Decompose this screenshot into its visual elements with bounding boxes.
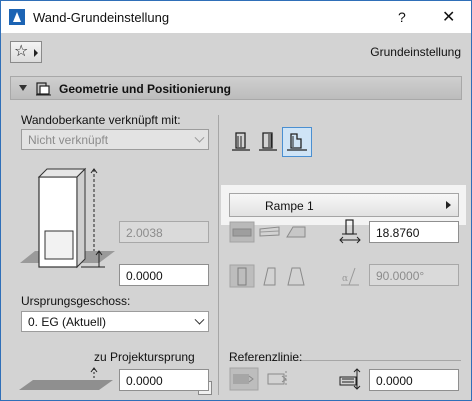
wall-thickness-icon — [339, 219, 361, 244]
profile-name: Rampe 1 — [265, 199, 314, 213]
top-link-select[interactable]: Nicht verknüpft — [21, 129, 209, 150]
wall-thickness-field[interactable]: 18.8760 — [369, 221, 459, 243]
slant-angle-icon: α — [341, 267, 359, 286]
wall-height-field[interactable]: 2.0038 — [119, 221, 209, 243]
triangle-right-icon — [446, 201, 451, 209]
wall-thickness-value: 18.8760 — [376, 226, 420, 240]
project-zero-label: zu Projektursprung — [94, 350, 195, 364]
wall-settings-window: Wand-Grundeinstellung ? ✕ ☆ Grundeinstel… — [0, 0, 472, 401]
close-button[interactable]: ✕ — [442, 7, 455, 27]
help-button[interactable]: ? — [398, 9, 406, 25]
slant-single-icon[interactable] — [257, 264, 283, 288]
section-title: Geometrie und Positionierung — [59, 82, 232, 96]
wall-height-value: 2.0038 — [126, 226, 163, 240]
profile-complex-button[interactable] — [282, 127, 312, 157]
profile-straight-icon[interactable] — [229, 130, 253, 154]
section-header-geometry[interactable]: Geometrie und Positionierung — [10, 76, 462, 100]
project-zero-icon — [19, 367, 113, 390]
profile-complex-icon — [287, 133, 307, 151]
reference-center-icon[interactable] — [264, 367, 294, 391]
chevron-down-icon — [194, 132, 205, 143]
column-divider — [218, 115, 219, 395]
window-title: Wand-Grundeinstellung — [33, 10, 170, 25]
structure-profile-icon[interactable] — [283, 221, 309, 243]
project-zero-field[interactable]: 0.0000 — [119, 369, 209, 391]
reference-offset-value: 0.0000 — [376, 374, 413, 388]
caret-down-icon — [19, 85, 27, 91]
favorites-button[interactable]: ☆ — [10, 41, 42, 63]
project-zero-value: 0.0000 — [126, 374, 163, 388]
home-story-label: Ursprungsgeschoss: — [21, 294, 131, 308]
star-icon: ☆ — [14, 43, 29, 60]
home-story-value: 0. EG (Aktuell) — [28, 315, 107, 329]
dialog-body: ☆ Grundeinstellung Geometrie und Positio… — [1, 33, 471, 400]
chevron-down-icon — [194, 314, 205, 325]
top-link-value: Nicht verknüpft — [28, 133, 109, 147]
wall-elevation-icon — [20, 167, 115, 269]
reference-outside-icon[interactable] — [229, 367, 259, 391]
title-bar: Wand-Grundeinstellung ? ✕ — [1, 1, 471, 33]
slant-straight-icon[interactable] — [229, 264, 255, 288]
reference-line-label: Referenzlinie: — [229, 350, 303, 364]
slant-angle-value: 90.0000° — [376, 269, 425, 283]
profile-trapezoid-icon[interactable] — [256, 130, 280, 154]
preset-label: Grundeinstellung — [370, 45, 461, 59]
structure-composite-icon[interactable] — [257, 221, 283, 243]
base-offset-field[interactable]: 0.0000 — [119, 264, 209, 286]
slant-angle-field[interactable]: 90.0000° — [369, 264, 459, 286]
structure-basic-icon[interactable] — [229, 221, 255, 243]
reference-offset-field[interactable]: 0.0000 — [369, 369, 459, 391]
geometry-icon — [36, 82, 51, 96]
slant-double-icon[interactable] — [283, 264, 309, 288]
reference-offset-icon — [339, 368, 361, 390]
app-icon — [9, 9, 25, 25]
base-offset-value: 0.0000 — [126, 269, 163, 283]
home-story-select[interactable]: 0. EG (Aktuell) — [21, 311, 209, 332]
svg-text:α: α — [342, 274, 348, 284]
top-link-label: Wandoberkante verknüpft mit: — [21, 113, 181, 127]
profile-selector[interactable]: Rampe 1 — [229, 193, 459, 217]
triangle-right-icon — [34, 49, 38, 57]
